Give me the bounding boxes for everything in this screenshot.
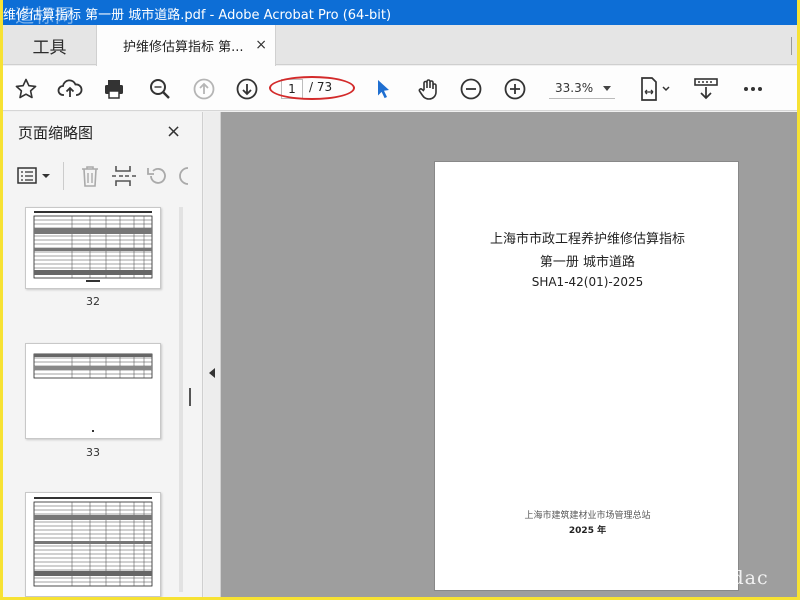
document-viewer: 上海市市政工程养护维修估算指标 第一册 城市道路 SHA1-42(01)-202… [221,112,797,597]
thumbnail-panel: 页面缩略图 × 32 33 [3,112,203,597]
rotate-left-icon[interactable] [145,164,169,192]
star-icon[interactable] [12,75,40,103]
toolbar: 1 / 73 33.3% [3,66,797,111]
toolbar-divider [63,162,64,190]
rotate-right-icon[interactable] [178,164,192,192]
doc-title-line2: 第一册 城市道路 [539,255,636,270]
chevron-down-icon [603,86,611,91]
search-icon[interactable] [146,75,174,103]
red-highlight-ellipse [269,76,355,100]
page-thumbnail[interactable] [25,343,161,439]
tab-document-label: 护维修估算指标 第... [123,40,244,55]
close-tab-icon[interactable]: × [255,37,267,53]
tab-bar: 工具 护维修估算指标 第... × [3,25,797,66]
zoom-in-icon[interactable] [501,75,529,103]
more-icon[interactable] [739,75,767,103]
thumbnail-page-number: 33 [86,446,100,459]
trash-icon[interactable] [79,164,101,192]
tab-document[interactable]: 护维修估算指标 第... × [96,25,276,66]
thumbnail-list: 32 33 [3,202,203,597]
collapse-panel-strip[interactable] [204,112,221,597]
prev-page-icon[interactable] [190,75,218,103]
doc-publisher: 上海市建筑建材业市场管理总站 [524,511,651,521]
panel-resize-handle[interactable] [189,388,191,406]
close-panel-icon[interactable]: × [166,121,181,142]
collapse-arrow-icon [209,368,215,378]
scroll-mode-icon[interactable] [692,75,720,103]
doc-code: SHA1-42(01)-2025 [531,275,644,289]
fit-page-icon[interactable] [636,75,676,103]
corner-watermark: www.cndac [650,567,769,589]
hand-icon[interactable] [414,75,442,103]
page-thumbnail[interactable] [25,492,161,597]
zoom-value: 33.3% [555,81,594,95]
extract-pages-icon[interactable] [111,164,137,192]
pdf-page: 上海市市政工程养护维修估算指标 第一册 城市道路 SHA1-42(01)-202… [434,161,739,591]
cloud-upload-icon[interactable] [56,75,84,103]
options-menu-icon[interactable] [17,166,53,190]
doc-year: 2025 年 [568,526,607,536]
select-cursor-icon[interactable] [369,75,397,103]
watermark-logo: 造标网 [15,5,76,27]
title-bar: 维修估算指标 第一册 城市道路.pdf - Adobe Acrobat Pro … [3,0,797,27]
acrobat-window: 维修估算指标 第一册 城市道路.pdf - Adobe Acrobat Pro … [3,0,797,597]
page-thumbnail[interactable] [25,207,161,289]
thumbnail-page-number: 32 [86,295,100,308]
tab-bar-edge [791,37,797,55]
tab-tools[interactable]: 工具 [3,25,96,65]
panel-toolbar [3,156,203,196]
doc-title-line1: 上海市市政工程养护维修估算指标 [489,232,685,247]
print-icon[interactable] [100,75,128,103]
zoom-out-icon[interactable] [457,75,485,103]
zoom-select[interactable]: 33.3% [549,79,615,99]
thumbnail-scrollbar[interactable] [179,207,183,592]
next-page-icon[interactable] [233,75,261,103]
panel-title: 页面缩略图 [18,124,94,142]
